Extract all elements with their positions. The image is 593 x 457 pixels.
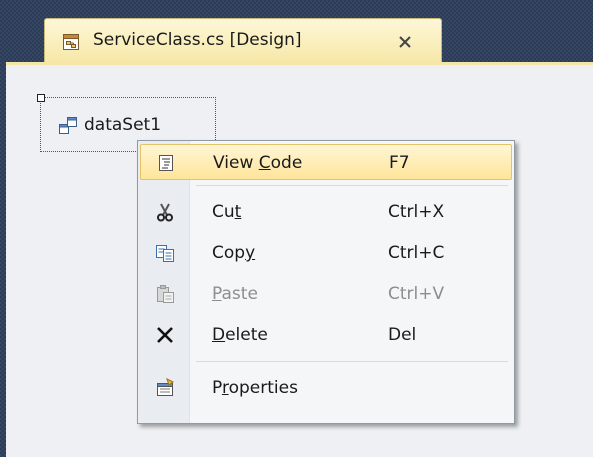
menu-item-label: Paste: [212, 284, 258, 304]
menu-separator: [196, 185, 508, 186]
selection-handle[interactable]: [37, 94, 45, 102]
menu-item-label: View Code: [213, 153, 303, 173]
menu-item-label: Cut: [212, 202, 242, 222]
copy-icon: [155, 243, 175, 263]
menu-separator: [196, 361, 508, 362]
menu-item-shortcut: Ctrl+C: [388, 243, 445, 263]
scissors-icon: [155, 202, 175, 222]
document-tab[interactable]: ServiceClass.cs [Design]: [44, 18, 442, 62]
menu-item-shortcut: F7: [389, 153, 410, 173]
menu-item-cut[interactable]: Cut Ctrl+X: [140, 194, 512, 230]
menu-item-shortcut: Ctrl+V: [388, 284, 445, 304]
menu-item-label: Delete: [212, 325, 268, 345]
menu-item-view-code[interactable]: View Code F7: [140, 144, 512, 180]
context-menu: View Code F7 Cut Ctrl+X Copy Ctrl+C Past…: [137, 140, 515, 424]
menu-item-delete[interactable]: Delete Del: [140, 317, 512, 353]
menu-item-shortcut: Ctrl+X: [388, 202, 445, 222]
menu-item-mnemonic: t: [234, 202, 242, 222]
designer-form-icon: [61, 32, 81, 52]
component-label: dataSet1: [84, 115, 162, 135]
menu-item-shortcut: Del: [388, 325, 417, 345]
menu-item-label: Copy: [212, 243, 256, 263]
menu-item-paste[interactable]: Paste Ctrl+V: [140, 276, 512, 312]
properties-icon: [155, 378, 175, 398]
paste-icon: [155, 284, 175, 304]
document-tab-title: ServiceClass.cs [Design]: [93, 30, 302, 50]
close-icon[interactable]: [395, 32, 415, 52]
menu-item-mnemonic: r: [221, 378, 229, 398]
dataset-icon: [58, 116, 78, 136]
menu-item-copy[interactable]: Copy Ctrl+C: [140, 235, 512, 271]
menu-item-mnemonic: y: [245, 243, 256, 263]
menu-item-mnemonic: P: [212, 284, 222, 304]
menu-item-properties[interactable]: Properties: [140, 370, 512, 406]
menu-item-label: Properties: [212, 378, 298, 398]
view-code-icon: [156, 153, 176, 173]
menu-item-mnemonic: D: [212, 325, 226, 345]
menu-item-mnemonic: C: [258, 153, 271, 173]
delete-x-icon: [155, 325, 175, 345]
